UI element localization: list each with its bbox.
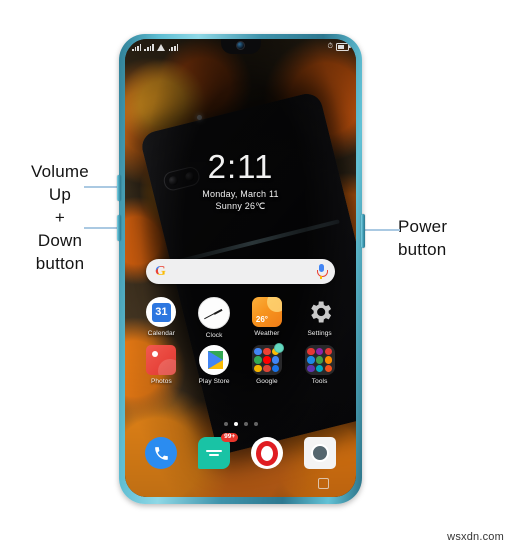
volume-up-key[interactable] bbox=[116, 175, 121, 201]
gear-icon[interactable] bbox=[305, 297, 335, 327]
clock-widget[interactable]: 2:11 Monday, March 11 Sunny 26℃ bbox=[125, 149, 356, 212]
app-label: Settings bbox=[307, 330, 332, 337]
camera-icon[interactable] bbox=[303, 437, 336, 469]
app-photos[interactable]: Photos bbox=[137, 345, 185, 385]
power-button-annotation: Power button bbox=[398, 217, 448, 259]
app-grid: 31 Calendar Clock 26° Weather Settings P… bbox=[135, 297, 346, 391]
page-dot[interactable] bbox=[253, 422, 258, 426]
microphone-icon[interactable] bbox=[316, 264, 328, 279]
page-dot-active[interactable] bbox=[233, 422, 238, 426]
app-tools-folder[interactable]: Tools bbox=[296, 345, 344, 385]
page-indicator bbox=[125, 422, 356, 426]
calendar-icon[interactable]: 31 bbox=[146, 297, 177, 327]
app-clock[interactable]: Clock bbox=[190, 297, 238, 339]
google-g-icon: G bbox=[155, 263, 166, 279]
phone-screen: ⏱ 2:11 Monday, March 11 Sunny 26℃ G 31 C… bbox=[125, 39, 356, 497]
home-square-icon[interactable] bbox=[318, 478, 329, 489]
app-play-store[interactable]: Play Store bbox=[190, 345, 238, 385]
phone-device: ⏱ 2:11 Monday, March 11 Sunny 26℃ G 31 C… bbox=[116, 34, 365, 504]
play-store-icon[interactable] bbox=[199, 345, 230, 375]
volume-down-key[interactable] bbox=[116, 215, 121, 241]
status-badge: 99+ bbox=[221, 433, 239, 442]
status-bar-right: ⏱ bbox=[327, 43, 351, 51]
weather-temp: 26° bbox=[255, 315, 268, 324]
app-label: Photos bbox=[150, 378, 172, 385]
app-google-folder[interactable]: Google bbox=[243, 343, 291, 385]
wifi-icon bbox=[156, 43, 166, 51]
app-row: 31 Calendar Clock 26° Weather Settings bbox=[135, 297, 346, 339]
message-icon[interactable] bbox=[198, 437, 231, 469]
sim-signal-icon bbox=[168, 43, 179, 51]
alarm-icon: ⏱ bbox=[327, 43, 333, 50]
clock-weather: Sunny 26℃ bbox=[215, 201, 266, 211]
watermark: wsxdn.com bbox=[447, 531, 504, 543]
folder-icon[interactable] bbox=[304, 345, 335, 375]
volume-buttons-annotation: Volume Up + Down button bbox=[31, 162, 89, 273]
phone-icon[interactable] bbox=[145, 437, 178, 469]
app-label: Clock bbox=[205, 332, 223, 339]
status-bar-left bbox=[132, 43, 179, 51]
app-label: Play Store bbox=[198, 378, 230, 385]
app-label: Weather bbox=[254, 330, 280, 337]
weather-icon[interactable]: 26° bbox=[251, 297, 282, 327]
signal-bars-icon bbox=[132, 43, 142, 51]
dock: 99+ bbox=[135, 433, 346, 469]
dock-camera[interactable] bbox=[298, 437, 342, 469]
folder-icon[interactable] bbox=[251, 343, 284, 375]
calendar-day-number: 31 bbox=[151, 302, 171, 322]
google-search-bar[interactable]: G bbox=[146, 259, 335, 284]
page-dot[interactable] bbox=[223, 422, 228, 426]
power-key[interactable] bbox=[360, 214, 365, 248]
signal-bars-icon bbox=[144, 43, 154, 51]
folder-notification-dot bbox=[273, 343, 284, 353]
dock-messages[interactable]: 99+ bbox=[192, 433, 239, 469]
battery-icon bbox=[336, 43, 351, 51]
status-bar: ⏱ bbox=[125, 39, 356, 55]
clock-time: 2:11 bbox=[207, 148, 274, 185]
clock-date: Monday, March 11 bbox=[202, 189, 279, 199]
dock-opera[interactable] bbox=[245, 437, 289, 469]
app-label: Google bbox=[256, 378, 278, 385]
dock-phone[interactable] bbox=[139, 437, 183, 469]
photos-icon[interactable] bbox=[146, 345, 177, 375]
app-row: Photos Play Store Google Tools bbox=[135, 343, 346, 385]
clock-icon[interactable] bbox=[198, 297, 231, 329]
app-label: Calendar bbox=[147, 330, 175, 337]
app-calendar[interactable]: 31 Calendar bbox=[137, 297, 185, 339]
app-weather[interactable]: 26° Weather bbox=[243, 297, 291, 339]
app-label: Tools bbox=[311, 378, 328, 385]
app-settings[interactable]: Settings bbox=[296, 297, 344, 339]
page-dot[interactable] bbox=[243, 422, 248, 426]
opera-icon[interactable] bbox=[250, 437, 283, 469]
